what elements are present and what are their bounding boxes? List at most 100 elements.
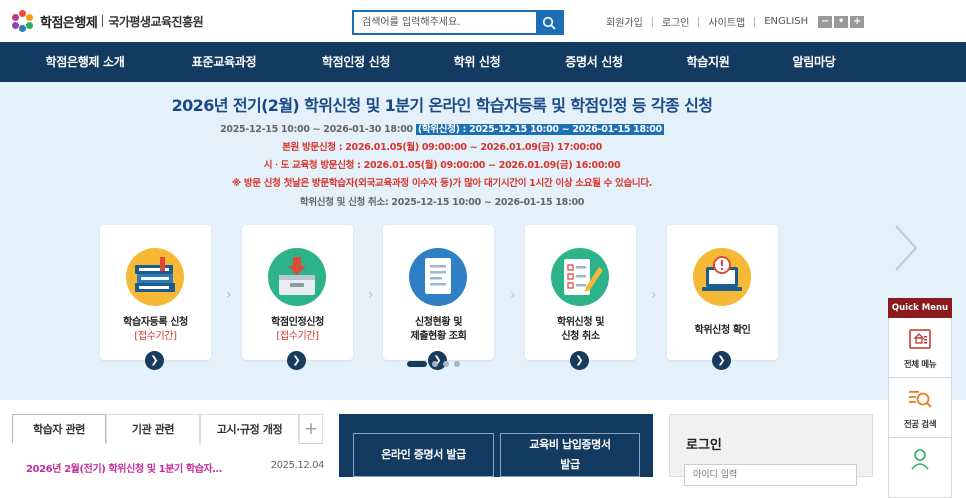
banner-cancel-period: 학위신청 및 신청 취소: 2025-12-15 10:00 ~ 2026-01… <box>299 197 585 208</box>
card-title-line: 신청 취소 <box>561 331 600 342</box>
nav-item-curriculum[interactable]: 표준교육과정 <box>192 42 257 82</box>
chevron-right-icon: › <box>510 287 516 303</box>
slide-dot[interactable] <box>432 361 438 367</box>
flower-logo-icon <box>12 10 34 32</box>
home-menu-icon <box>909 329 931 349</box>
card-title-line: 학습자등록 신청 <box>123 317 188 328</box>
card-title-line: 신청현황 및 <box>414 317 463 328</box>
search-icon <box>542 16 556 30</box>
quick-item-label: 전체 메뉴 <box>903 360 937 370</box>
card-title-line: 학위신청 및 <box>556 317 605 328</box>
banner-title[interactable]: 2026년 전기(2월) 학위신청 및 1분기 온라인 학습자등록 및 학점인정… <box>0 92 884 116</box>
card-credit-application[interactable]: 학점인정신청 [접수기간] ❯ <box>242 225 353 370</box>
hero-next-arrow-icon[interactable] <box>892 222 920 274</box>
card-title-line: 학점인정신청 <box>271 317 324 328</box>
card-title: 학위신청 확인 <box>667 324 778 338</box>
card-degree-application[interactable]: 학위신청 및 신청 취소 ❯ <box>525 225 636 370</box>
nav-item-certificate[interactable]: 증명서 신청 <box>565 42 623 82</box>
search-bar <box>352 10 564 35</box>
card-title: 학위신청 및 신청 취소 <box>525 316 636 344</box>
quick-menu-title: Quick Menu <box>888 298 952 318</box>
certificate-panel: 온라인 증명서 발급 교육비 납입증명서 발급 <box>339 414 653 477</box>
login-panel: 로그인 <box>669 414 873 486</box>
inbox-tray-icon <box>268 248 326 306</box>
slide-dot[interactable] <box>454 361 460 367</box>
tab-learner[interactable]: 학습자 관련 <box>12 414 106 444</box>
search-button[interactable] <box>536 12 562 33</box>
search-list-icon <box>909 391 932 408</box>
card-status-inquiry[interactable]: 신청현황 및 제출현황 조회 ❯ <box>383 225 494 370</box>
card-title: 신청현황 및 제출현황 조회 <box>383 316 494 344</box>
english-link[interactable]: ENGLISH <box>764 16 808 27</box>
card-go-button[interactable]: ❯ <box>287 351 306 370</box>
card-title: 학점인정신청 [접수기간] <box>242 316 353 344</box>
online-certificate-button[interactable]: 온라인 증명서 발급 <box>353 433 494 477</box>
utility-links: 회원가입 로그인 사이트맵 ENGLISH − • + <box>606 14 865 29</box>
banner-period-highlight: (학위신청) : 2025-12-15 10:00 ~ 2026-01-15 1… <box>415 124 664 135</box>
notice-date: 2025.12.04 <box>270 460 325 471</box>
site-logo[interactable]: 학점은행제 국가평생교육진흥원 <box>12 10 204 32</box>
chevron-right-icon: › <box>226 287 232 303</box>
card-period-tag: [접수기간] <box>134 331 177 342</box>
main-navigation: 학점은행제 소개 표준교육과정 학점인정 신청 학위 신청 증명서 신청 학습지… <box>0 42 966 82</box>
books-icon <box>126 248 184 306</box>
hero-banner: 2026년 전기(2월) 학위신청 및 1분기 온라인 학습자등록 및 학점인정… <box>0 82 966 400</box>
nav-item-degree[interactable]: 학위 신청 <box>454 42 501 82</box>
tuition-certificate-button[interactable]: 교육비 납입증명서 발급 <box>500 433 640 477</box>
tab-regulation[interactable]: 고시·규정 개정 <box>200 414 299 444</box>
logo-divider <box>102 15 104 27</box>
font-reset-button[interactable]: • <box>834 15 849 28</box>
banner-visit-hq: 본원 방문신청 : 2026.01.05(월) 09:00:00 ~ 2026.… <box>282 142 602 153</box>
quick-major-search[interactable]: 전공 검색 <box>888 378 952 438</box>
banner-warning: ※ 방문 신청 첫날은 방문학습자(외국교육과정 이수자 등)가 많아 대기시간… <box>231 178 653 189</box>
font-size-controls: − • + <box>818 15 865 28</box>
quick-item-label: 전공 검색 <box>903 420 937 430</box>
checklist-pencil-icon <box>551 248 609 306</box>
nav-item-credit[interactable]: 학점인정 신청 <box>322 42 391 82</box>
tuition-certificate-label: 발급 <box>560 458 580 471</box>
login-id-input[interactable] <box>684 464 857 486</box>
laptop-alert-icon <box>693 248 751 306</box>
card-degree-confirm[interactable]: 학위신청 확인 ❯ <box>667 225 778 370</box>
font-increase-button[interactable]: + <box>850 15 865 28</box>
slide-dot-active[interactable] <box>407 361 427 367</box>
document-icon <box>409 248 467 306</box>
card-title-line: 학위신청 확인 <box>694 325 751 336</box>
search-input[interactable] <box>354 12 536 33</box>
signup-link[interactable]: 회원가입 <box>606 14 643 29</box>
banner-period: 2025-12-15 10:00 ~ 2026-01-30 18:00 (학위신… <box>0 121 884 135</box>
top-bar: 학점은행제 국가평생교육진흥원 회원가입 로그인 사이트맵 ENGLISH − … <box>0 0 966 42</box>
quick-all-menu[interactable]: 전체 메뉴 <box>888 318 952 378</box>
logo-subtitle: 국가평생교육진흥원 <box>108 14 204 29</box>
nav-item-notice[interactable]: 알림마당 <box>793 42 836 82</box>
chevron-right-icon: › <box>651 287 657 303</box>
sitemap-link[interactable]: 사이트맵 <box>708 14 745 29</box>
tab-institution[interactable]: 기관 관련 <box>106 414 200 444</box>
login-link[interactable]: 로그인 <box>662 14 690 29</box>
util-divider <box>651 16 653 27</box>
notice-tabs: 학습자 관련 기관 관련 고시·규정 개정 + <box>12 414 323 444</box>
notice-item[interactable]: 2026년 2월(전기) 학위신청 및 1분기 학습자등록 및 학점인정 신청 … <box>26 460 324 475</box>
tuition-certificate-label: 교육비 납입증명서 <box>529 438 611 451</box>
notice-title[interactable]: 2026년 2월(전기) 학위신청 및 1분기 학습자등록 및 학점인정 신청 … <box>26 460 231 475</box>
util-divider <box>698 16 700 27</box>
quick-menu: Quick Menu 전체 메뉴 전공 검색 <box>888 298 952 498</box>
user-globe-icon <box>911 449 929 470</box>
card-period-tag: [접수기간] <box>276 331 319 342</box>
font-decrease-button[interactable]: − <box>818 15 833 28</box>
banner-period-main: 2025-12-15 10:00 ~ 2026-01-30 18:00 <box>220 124 413 135</box>
quick-global-user[interactable] <box>888 438 952 498</box>
login-title: 로그인 <box>686 438 722 453</box>
card-go-button[interactable]: ❯ <box>145 351 164 370</box>
nav-item-support[interactable]: 학습지원 <box>687 42 730 82</box>
card-title: 학습자등록 신청 [접수기간] <box>100 316 211 344</box>
card-go-button[interactable]: ❯ <box>570 351 589 370</box>
nav-item-intro[interactable]: 학점은행제 소개 <box>45 42 124 82</box>
more-plus-button[interactable]: + <box>299 414 323 444</box>
card-go-button[interactable]: ❯ <box>712 351 731 370</box>
slide-dot[interactable] <box>443 361 449 367</box>
banner-visit-office: 시ㆍ도 교육청 방문신청 : 2026.01.05(월) 09:00:00 ~ … <box>263 160 621 171</box>
logo-title: 학점은행제 <box>40 15 98 31</box>
card-learner-registration[interactable]: 학습자등록 신청 [접수기간] ❯ <box>100 225 211 370</box>
card-title-line: 제출현황 조회 <box>410 331 467 342</box>
